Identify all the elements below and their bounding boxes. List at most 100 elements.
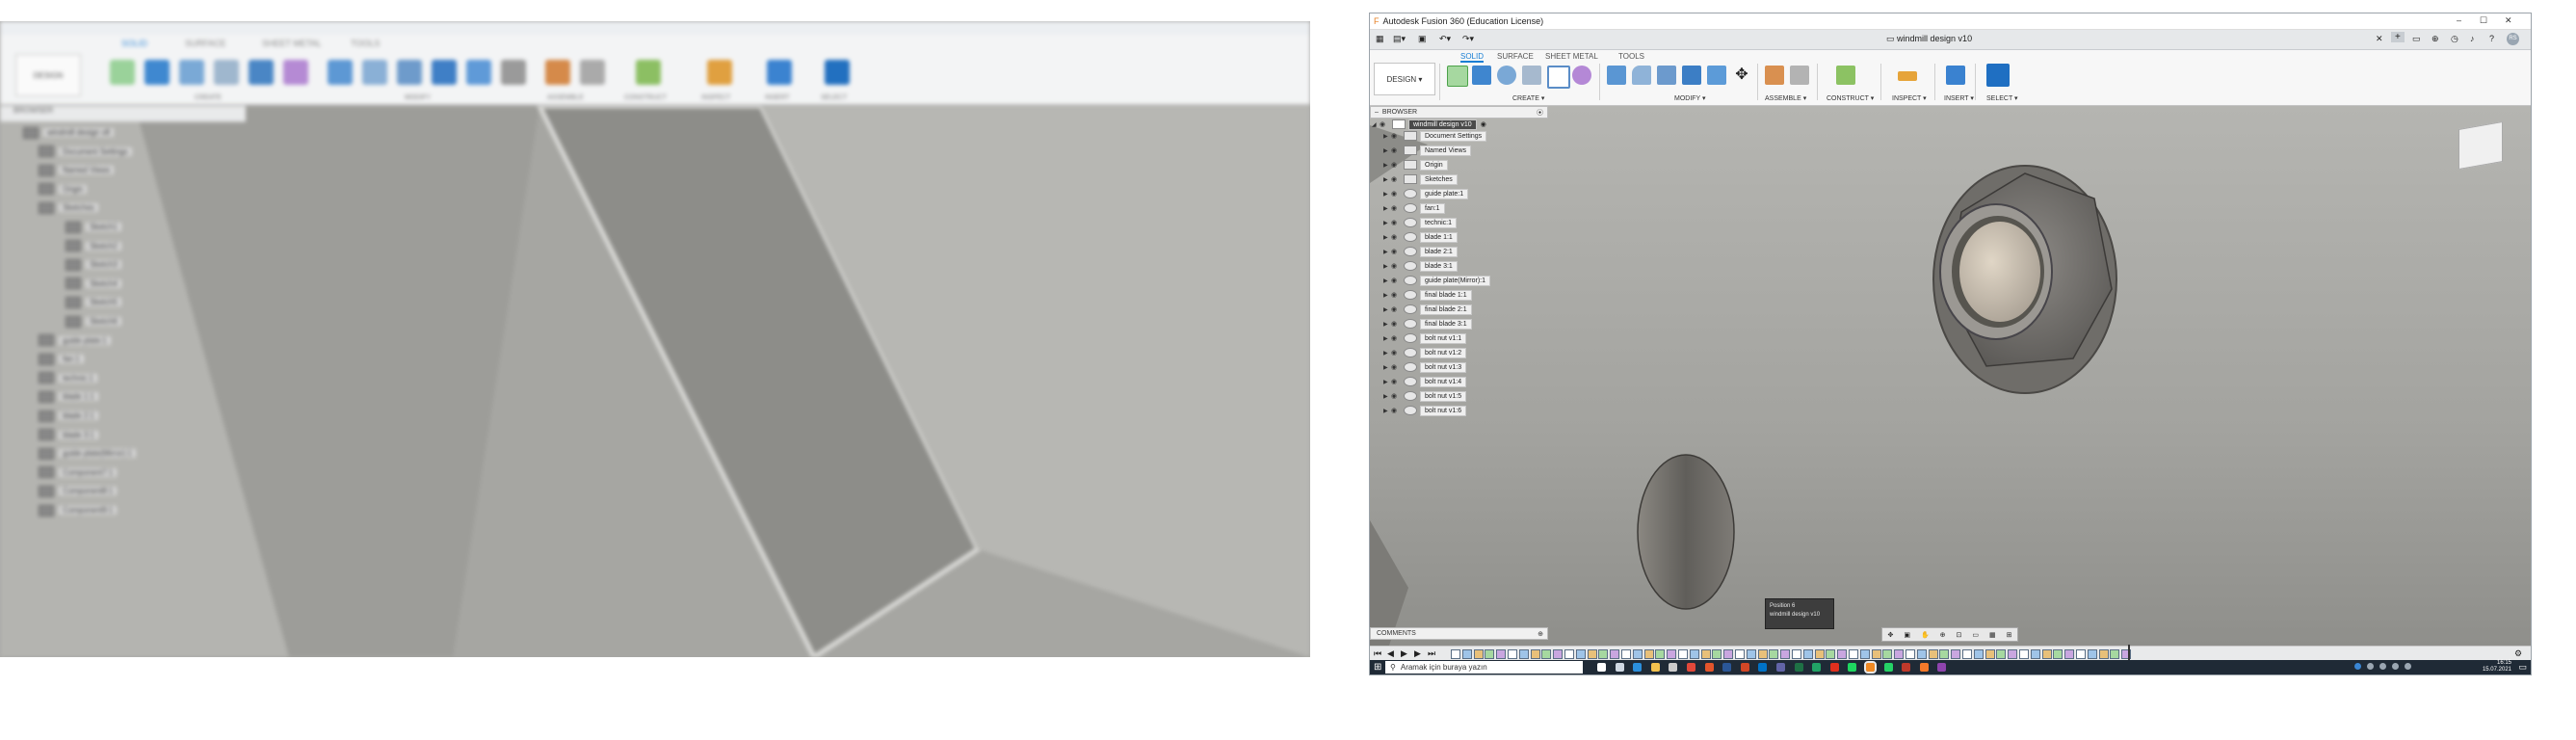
spotify-icon[interactable] xyxy=(1848,663,1857,672)
visibility-eye-icon[interactable]: ◉ xyxy=(1380,120,1389,128)
browser-item[interactable]: ▶ ◉ bolt nut v1:5 xyxy=(1383,390,1467,402)
whatsapp-icon[interactable] xyxy=(1883,663,1893,672)
browser-item[interactable]: ▶ ◉ Document Settings xyxy=(1383,130,1487,142)
move-copy-icon[interactable]: ✥ xyxy=(1732,66,1751,85)
timeline-feature-icon[interactable] xyxy=(1746,649,1756,659)
new-tab-icon[interactable]: + xyxy=(2391,32,2405,42)
browser-item[interactable]: ▶ ◉ guide plate:1 xyxy=(1383,188,1469,199)
visibility-eye-icon[interactable]: ◉ xyxy=(1391,392,1401,400)
grid-menu-icon[interactable]: ▦ xyxy=(1376,34,1384,44)
volume-icon[interactable] xyxy=(2405,663,2411,670)
rectangular-pattern-icon[interactable] xyxy=(1547,66,1570,89)
edge-icon[interactable] xyxy=(1633,663,1643,672)
add-comment-icon[interactable]: ⊕ xyxy=(1538,630,1543,638)
timeline-feature-icon[interactable] xyxy=(1587,649,1597,659)
minimize-button[interactable]: – xyxy=(2457,15,2461,25)
visibility-eye-icon[interactable]: ◉ xyxy=(1391,248,1401,255)
browser-item[interactable]: ▶ ◉ technic:1 xyxy=(1383,217,1458,228)
joint-icon[interactable] xyxy=(1790,66,1809,85)
select-icon[interactable] xyxy=(1986,64,2010,87)
expand-arrow-icon[interactable]: ▶ xyxy=(1383,379,1391,385)
expand-arrow-icon[interactable]: ▶ xyxy=(1383,191,1391,198)
fit-icon[interactable]: ⊡ xyxy=(1957,631,1962,639)
timeline-feature-icon[interactable] xyxy=(1849,649,1858,659)
visibility-eye-icon[interactable]: ◉ xyxy=(1391,334,1401,342)
timeline-feature-icon[interactable] xyxy=(1951,649,1961,659)
visibility-eye-icon[interactable]: ◉ xyxy=(1391,277,1401,284)
expand-arrow-icon[interactable]: ▶ xyxy=(1383,364,1391,371)
notifications-icon[interactable]: ◷ xyxy=(2451,34,2458,44)
timeline-feature-icon[interactable] xyxy=(1780,649,1791,659)
timeline-settings-icon[interactable]: ⚙ xyxy=(2514,648,2522,659)
extrude-icon[interactable] xyxy=(1472,66,1491,85)
expand-arrow-icon[interactable]: ▶ xyxy=(1383,176,1391,183)
collapse-icon[interactable]: – xyxy=(1375,109,1379,116)
press-pull-icon[interactable] xyxy=(1607,66,1626,85)
visibility-eye-icon[interactable]: ◉ xyxy=(1391,132,1401,140)
visibility-eye-icon[interactable]: ◉ xyxy=(1391,219,1401,226)
create-form-icon[interactable] xyxy=(1572,66,1591,85)
timeline-feature-icon[interactable] xyxy=(1678,649,1688,659)
timeline-feature-icon[interactable] xyxy=(2030,649,2040,659)
expand-arrow-icon[interactable]: ▶ xyxy=(1383,133,1391,140)
undo-icon[interactable]: ↶▾ xyxy=(1439,34,1451,44)
outlook-icon[interactable] xyxy=(1758,663,1768,672)
cortana-icon[interactable] xyxy=(1597,663,1606,672)
taskbar-search[interactable]: ⚲ Aramak için buraya yazın xyxy=(1385,661,1583,674)
browser-item[interactable]: ▶ ◉ Sketches xyxy=(1383,173,1458,185)
expand-arrow-icon[interactable]: ▶ xyxy=(1383,278,1391,284)
group-insert[interactable]: INSERT ▾ xyxy=(1944,94,1974,102)
step-back-icon[interactable]: ◀ xyxy=(1387,648,1394,659)
new-component-icon[interactable] xyxy=(1765,66,1784,85)
browser-item[interactable]: ▶ ◉ bolt nut v1:3 xyxy=(1383,361,1467,373)
visibility-eye-icon[interactable]: ◉ xyxy=(1391,363,1401,371)
fillet-icon[interactable] xyxy=(1632,66,1651,85)
view-cube[interactable] xyxy=(2458,120,2503,171)
visibility-eye-icon[interactable]: ◉ xyxy=(1391,407,1401,414)
expand-arrow-icon[interactable]: ▶ xyxy=(1383,321,1391,328)
browser-item[interactable]: ▶ ◉ Named Views xyxy=(1383,145,1472,156)
expand-arrow-icon[interactable]: ▶ xyxy=(1383,393,1391,400)
hole-icon[interactable] xyxy=(1522,66,1541,85)
viewports-icon[interactable]: ⊞ xyxy=(2007,631,2012,639)
tab-sheet-metal[interactable]: SHEET METAL xyxy=(1545,52,1598,61)
orbit-icon[interactable]: ✥ xyxy=(1887,631,1893,639)
acrobat-icon[interactable] xyxy=(1829,663,1839,672)
insert-image-icon[interactable] xyxy=(1946,66,1965,85)
timeline-feature-icon[interactable] xyxy=(2110,649,2120,659)
excel-2-icon[interactable] xyxy=(1812,663,1822,672)
group-assemble[interactable]: ASSEMBLE ▾ xyxy=(1765,94,1806,102)
chrome-icon[interactable] xyxy=(1687,663,1695,672)
align-icon[interactable] xyxy=(1707,66,1726,85)
timeline-feature-icon[interactable] xyxy=(1610,649,1620,659)
expand-arrow-icon[interactable]: ▶ xyxy=(1383,335,1391,342)
expand-arrow-icon[interactable]: ▶ xyxy=(1383,350,1391,357)
timeline-feature-icon[interactable] xyxy=(1667,649,1677,659)
timeline-feature-icon[interactable] xyxy=(1882,649,1893,659)
excel-icon[interactable] xyxy=(1794,663,1803,672)
tab-tools[interactable]: TOOLS xyxy=(1618,52,1644,61)
teams-icon[interactable] xyxy=(1776,663,1785,672)
go-to-end-icon[interactable]: ⏭ xyxy=(1428,648,1435,659)
expand-arrow-icon[interactable]: ▶ xyxy=(1383,249,1391,255)
step-forward-icon[interactable]: ▶ xyxy=(1414,648,1421,659)
timeline-feature-icon[interactable] xyxy=(1802,649,1813,659)
timeline-feature-icon[interactable] xyxy=(1496,649,1507,659)
visibility-eye-icon[interactable]: ◉ xyxy=(1391,175,1401,183)
timeline-feature-icon[interactable] xyxy=(1461,649,1472,659)
timeline-feature-icon[interactable] xyxy=(1530,649,1540,659)
timeline-feature-icon[interactable] xyxy=(1973,649,1984,659)
timeline-feature-icon[interactable] xyxy=(1985,649,1995,659)
timeline-feature-icon[interactable] xyxy=(1769,649,1779,659)
network-icon[interactable] xyxy=(2392,663,2399,670)
tab-surface[interactable]: SURFACE xyxy=(1497,52,1534,61)
fusion-taskbar-icon[interactable] xyxy=(1864,661,1877,674)
timeline-feature-icon[interactable] xyxy=(2041,649,2052,659)
group-modify[interactable]: MODIFY ▾ xyxy=(1674,94,1706,102)
timeline-feature-icon[interactable] xyxy=(1473,649,1484,659)
timeline-feature-icon[interactable] xyxy=(1837,649,1848,659)
expand-arrow-icon[interactable]: ▶ xyxy=(1383,408,1391,414)
play-icon[interactable]: ▶ xyxy=(1401,648,1407,659)
browser-item[interactable]: ▶ ◉ blade 3:1 xyxy=(1383,260,1458,272)
timeline-feature-icon[interactable] xyxy=(1916,649,1927,659)
